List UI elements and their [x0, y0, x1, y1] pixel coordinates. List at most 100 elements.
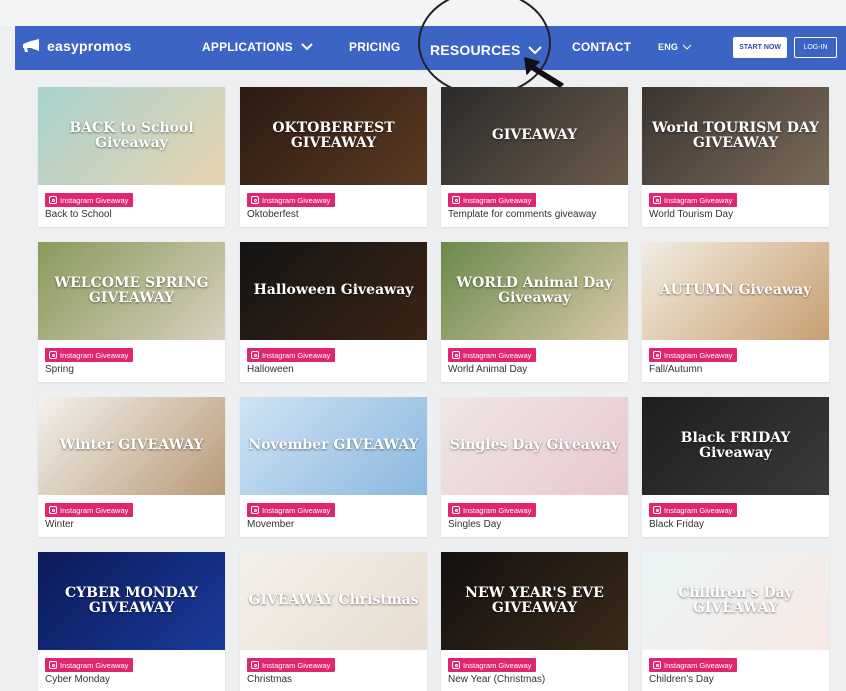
badge-label: Instagram Giveaway — [664, 505, 733, 515]
nav-applications-label: APPLICATIONS — [202, 40, 293, 54]
template-name[interactable]: New Year (Christmas) — [448, 674, 545, 685]
thumbnail-title: Halloween Giveaway — [253, 282, 414, 299]
template-card[interactable]: Halloween Giveaway Instagram Giveaway Hall… — [240, 242, 427, 382]
template-name[interactable]: Children's Day — [649, 674, 714, 685]
template-thumbnail[interactable]: Halloween Giveaway — [240, 242, 427, 340]
template-thumbnail[interactable]: Singles Day Giveaway — [441, 397, 628, 495]
instagram-giveaway-badge: Instagram Giveaway — [247, 348, 336, 362]
instagram-giveaway-badge: Instagram Giveaway — [45, 658, 134, 672]
nav-applications[interactable]: APPLICATIONS — [202, 40, 313, 54]
template-name[interactable]: Movember — [247, 519, 294, 530]
template-name[interactable]: World Tourism Day — [649, 209, 733, 220]
instagram-icon — [49, 506, 57, 514]
template-name[interactable]: Template for comments giveaway — [448, 209, 596, 220]
nav-pricing[interactable]: PRICING — [349, 40, 400, 54]
template-name[interactable]: Winter — [45, 519, 74, 530]
template-card[interactable]: Children's Day GIVEAWAY Instagram Giveawa… — [642, 552, 829, 691]
nav-contact[interactable]: CONTACT — [572, 40, 631, 54]
language-selector[interactable]: ENG — [658, 42, 692, 52]
template-thumbnail[interactable]: November GIVEAWAY — [240, 397, 427, 495]
instagram-icon — [49, 351, 57, 359]
template-name[interactable]: Singles Day — [448, 519, 501, 530]
template-card[interactable]: AUTUMN Giveaway Instagram Giveaway Fall/Au… — [642, 242, 829, 382]
thumbnail-title: GIVEAWAY — [491, 127, 578, 144]
instagram-giveaway-badge: Instagram Giveaway — [247, 193, 336, 207]
instagram-giveaway-badge: Instagram Giveaway — [448, 503, 537, 517]
template-thumbnail[interactable]: Black FRIDAY Giveaway — [642, 397, 829, 495]
template-thumbnail[interactable]: WORLD Animal Day Giveaway — [441, 242, 628, 340]
template-name[interactable]: Halloween — [247, 364, 294, 375]
template-name[interactable]: Oktoberfest — [247, 209, 299, 220]
template-thumbnail[interactable]: OKTOBERFEST GIVEAWAY — [240, 87, 427, 185]
navbar: easypromos APPLICATIONS PRICING RESOURCE… — [15, 26, 846, 70]
template-thumbnail[interactable]: WELCOME SPRING GIVEAWAY — [38, 242, 225, 340]
instagram-icon — [251, 351, 259, 359]
template-thumbnail[interactable]: BACK to School Giveaway — [38, 87, 225, 185]
template-thumbnail[interactable]: GIVEAWAY — [441, 87, 628, 185]
template-card[interactable]: GIVEAWAY Christmas Instagram Giveaway Chri… — [240, 552, 427, 691]
template-thumbnail[interactable]: World TOURISM DAY GIVEAWAY — [642, 87, 829, 185]
badge-label: Instagram Giveaway — [262, 660, 331, 670]
instagram-giveaway-badge: Instagram Giveaway — [247, 503, 336, 517]
chevron-down-icon — [301, 43, 313, 51]
template-card[interactable]: Singles Day Giveaway Instagram Giveaway Si… — [441, 397, 628, 537]
template-card[interactable]: OKTOBERFEST GIVEAWAY Instagram Giveaway Ok… — [240, 87, 427, 227]
instagram-giveaway-badge: Instagram Giveaway — [649, 348, 738, 362]
badge-label: Instagram Giveaway — [262, 195, 331, 205]
template-thumbnail[interactable]: GIVEAWAY Christmas — [240, 552, 427, 650]
thumbnail-title: World TOURISM DAY GIVEAWAY — [651, 119, 820, 151]
chevron-down-icon — [528, 45, 543, 55]
template-thumbnail[interactable]: Winter GIVEAWAY — [38, 397, 225, 495]
thumbnail-title: BACK to School Giveaway — [69, 119, 194, 151]
thumbnail-title: OKTOBERFEST GIVEAWAY — [272, 119, 395, 151]
template-name[interactable]: Christmas — [247, 674, 292, 685]
template-card[interactable]: WORLD Animal Day Giveaway Instagram Givea… — [441, 242, 628, 382]
instagram-giveaway-badge: Instagram Giveaway — [448, 348, 537, 362]
thumbnail-title: Singles Day Giveaway — [449, 437, 620, 454]
nav-pricing-label: PRICING — [349, 40, 401, 54]
template-name[interactable]: Spring — [45, 364, 74, 375]
template-card[interactable]: NEW YEAR'S EVE GIVEAWAY Instagram Giveawa… — [441, 552, 628, 691]
template-card[interactable]: CYBER MONDAY GIVEAWAY Instagram Giveaway C… — [38, 552, 225, 691]
template-thumbnail[interactable]: Children's Day GIVEAWAY — [642, 552, 829, 650]
template-name[interactable]: Fall/Autumn — [649, 364, 702, 375]
instagram-giveaway-badge: Instagram Giveaway — [45, 348, 134, 362]
thumbnail-title: NEW YEAR'S EVE GIVEAWAY — [465, 584, 604, 616]
template-card[interactable]: WELCOME SPRING GIVEAWAY Instagram Giveawa… — [38, 242, 225, 382]
thumbnail-title: CYBER MONDAY GIVEAWAY — [65, 584, 198, 616]
logo[interactable]: easypromos — [21, 38, 131, 54]
template-name[interactable]: World Animal Day — [448, 364, 527, 375]
template-thumbnail[interactable]: NEW YEAR'S EVE GIVEAWAY — [441, 552, 628, 650]
thumbnail-title: Black FRIDAY Giveaway — [680, 429, 791, 461]
template-name[interactable]: Cyber Monday — [45, 674, 110, 685]
instagram-giveaway-badge: Instagram Giveaway — [649, 193, 738, 207]
instagram-giveaway-badge: Instagram Giveaway — [649, 503, 738, 517]
template-name[interactable]: Back to School — [45, 209, 112, 220]
start-now-button[interactable]: START NOW — [733, 37, 787, 58]
badge-label: Instagram Giveaway — [463, 660, 532, 670]
badge-label: Instagram Giveaway — [262, 505, 331, 515]
instagram-giveaway-badge: Instagram Giveaway — [45, 193, 134, 207]
template-thumbnail[interactable]: CYBER MONDAY GIVEAWAY — [38, 552, 225, 650]
template-card[interactable]: Winter GIVEAWAY Instagram Giveaway Winter — [38, 397, 225, 537]
login-button[interactable]: LOG-IN — [794, 37, 837, 58]
badge-label: Instagram Giveaway — [60, 195, 129, 205]
thumbnail-title: WELCOME SPRING GIVEAWAY — [54, 274, 209, 306]
template-card[interactable]: Black FRIDAY Giveaway Instagram Giveaway B… — [642, 397, 829, 537]
thumbnail-title: Winter GIVEAWAY — [59, 437, 204, 454]
instagram-icon — [452, 196, 460, 204]
template-name[interactable]: Black Friday — [649, 519, 704, 530]
badge-label: Instagram Giveaway — [664, 660, 733, 670]
instagram-icon — [653, 351, 661, 359]
badge-label: Instagram Giveaway — [60, 350, 129, 360]
template-card[interactable]: November GIVEAWAY Instagram Giveaway Movem… — [240, 397, 427, 537]
thumbnail-title: AUTUMN Giveaway — [659, 282, 812, 299]
instagram-icon — [251, 196, 259, 204]
template-card[interactable]: GIVEAWAY Instagram Giveaway Template for c… — [441, 87, 628, 227]
template-thumbnail[interactable]: AUTUMN Giveaway — [642, 242, 829, 340]
template-card[interactable]: World TOURISM DAY GIVEAWAY Instagram Give… — [642, 87, 829, 227]
language-label: ENG — [658, 42, 679, 52]
thumbnail-title: November GIVEAWAY — [248, 437, 419, 454]
template-card[interactable]: BACK to School Giveaway Instagram Giveawa… — [38, 87, 225, 227]
badge-label: Instagram Giveaway — [262, 350, 331, 360]
